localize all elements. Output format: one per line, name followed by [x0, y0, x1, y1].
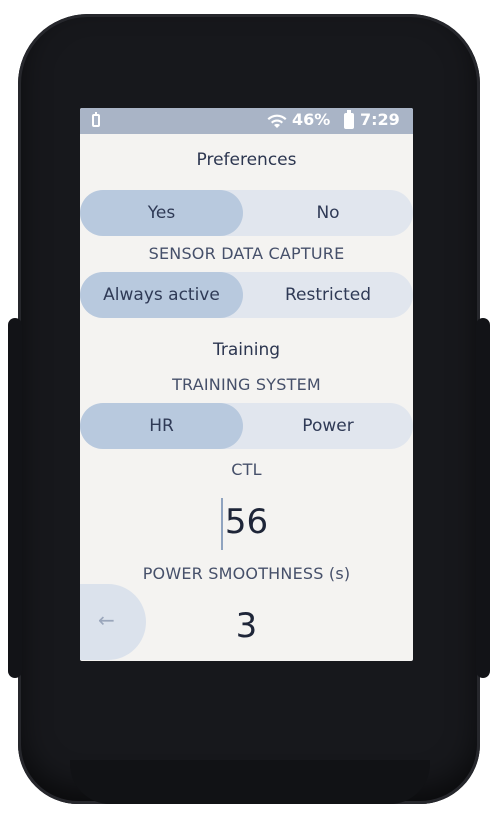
training-system-label: TRAINING SYSTEM	[172, 375, 321, 394]
device-left-edge	[8, 318, 22, 678]
back-arrow-icon: ←	[98, 608, 115, 632]
device-base	[70, 760, 430, 804]
device-screen: 46% 7:29 Preferences Yes No SENSOR DATA …	[80, 108, 413, 661]
option-restricted[interactable]: Restricted	[248, 272, 408, 318]
battery-icon	[344, 110, 354, 129]
power-smoothness-label: POWER SMOOTHNESS (s)	[142, 564, 351, 583]
option-yes[interactable]: Yes	[80, 190, 243, 236]
sensor-data-capture-label: SENSOR DATA CAPTURE	[148, 244, 345, 263]
option-power[interactable]: Power	[248, 403, 408, 449]
battery-percentage: 46%	[292, 110, 331, 129]
preferences-toggle[interactable]: Yes No	[80, 190, 413, 236]
sensor-data-capture-toggle[interactable]: Always active Restricted	[80, 272, 413, 318]
option-hr[interactable]: HR	[80, 403, 243, 449]
wifi-icon	[267, 114, 287, 128]
clock: 7:29	[360, 110, 400, 129]
back-button[interactable]: ←	[80, 584, 146, 660]
ctl-label: CTL	[231, 460, 262, 479]
device-right-edge	[476, 318, 490, 678]
training-title: Training	[212, 340, 281, 360]
option-no[interactable]: No	[248, 190, 408, 236]
option-always-active[interactable]: Always active	[80, 272, 243, 318]
training-system-toggle[interactable]: HR Power	[80, 403, 413, 449]
ctl-input[interactable]: 56	[80, 502, 413, 542]
device-battery-icon	[92, 112, 100, 127]
preferences-title: Preferences	[196, 150, 297, 170]
status-bar: 46% 7:29	[80, 108, 413, 134]
